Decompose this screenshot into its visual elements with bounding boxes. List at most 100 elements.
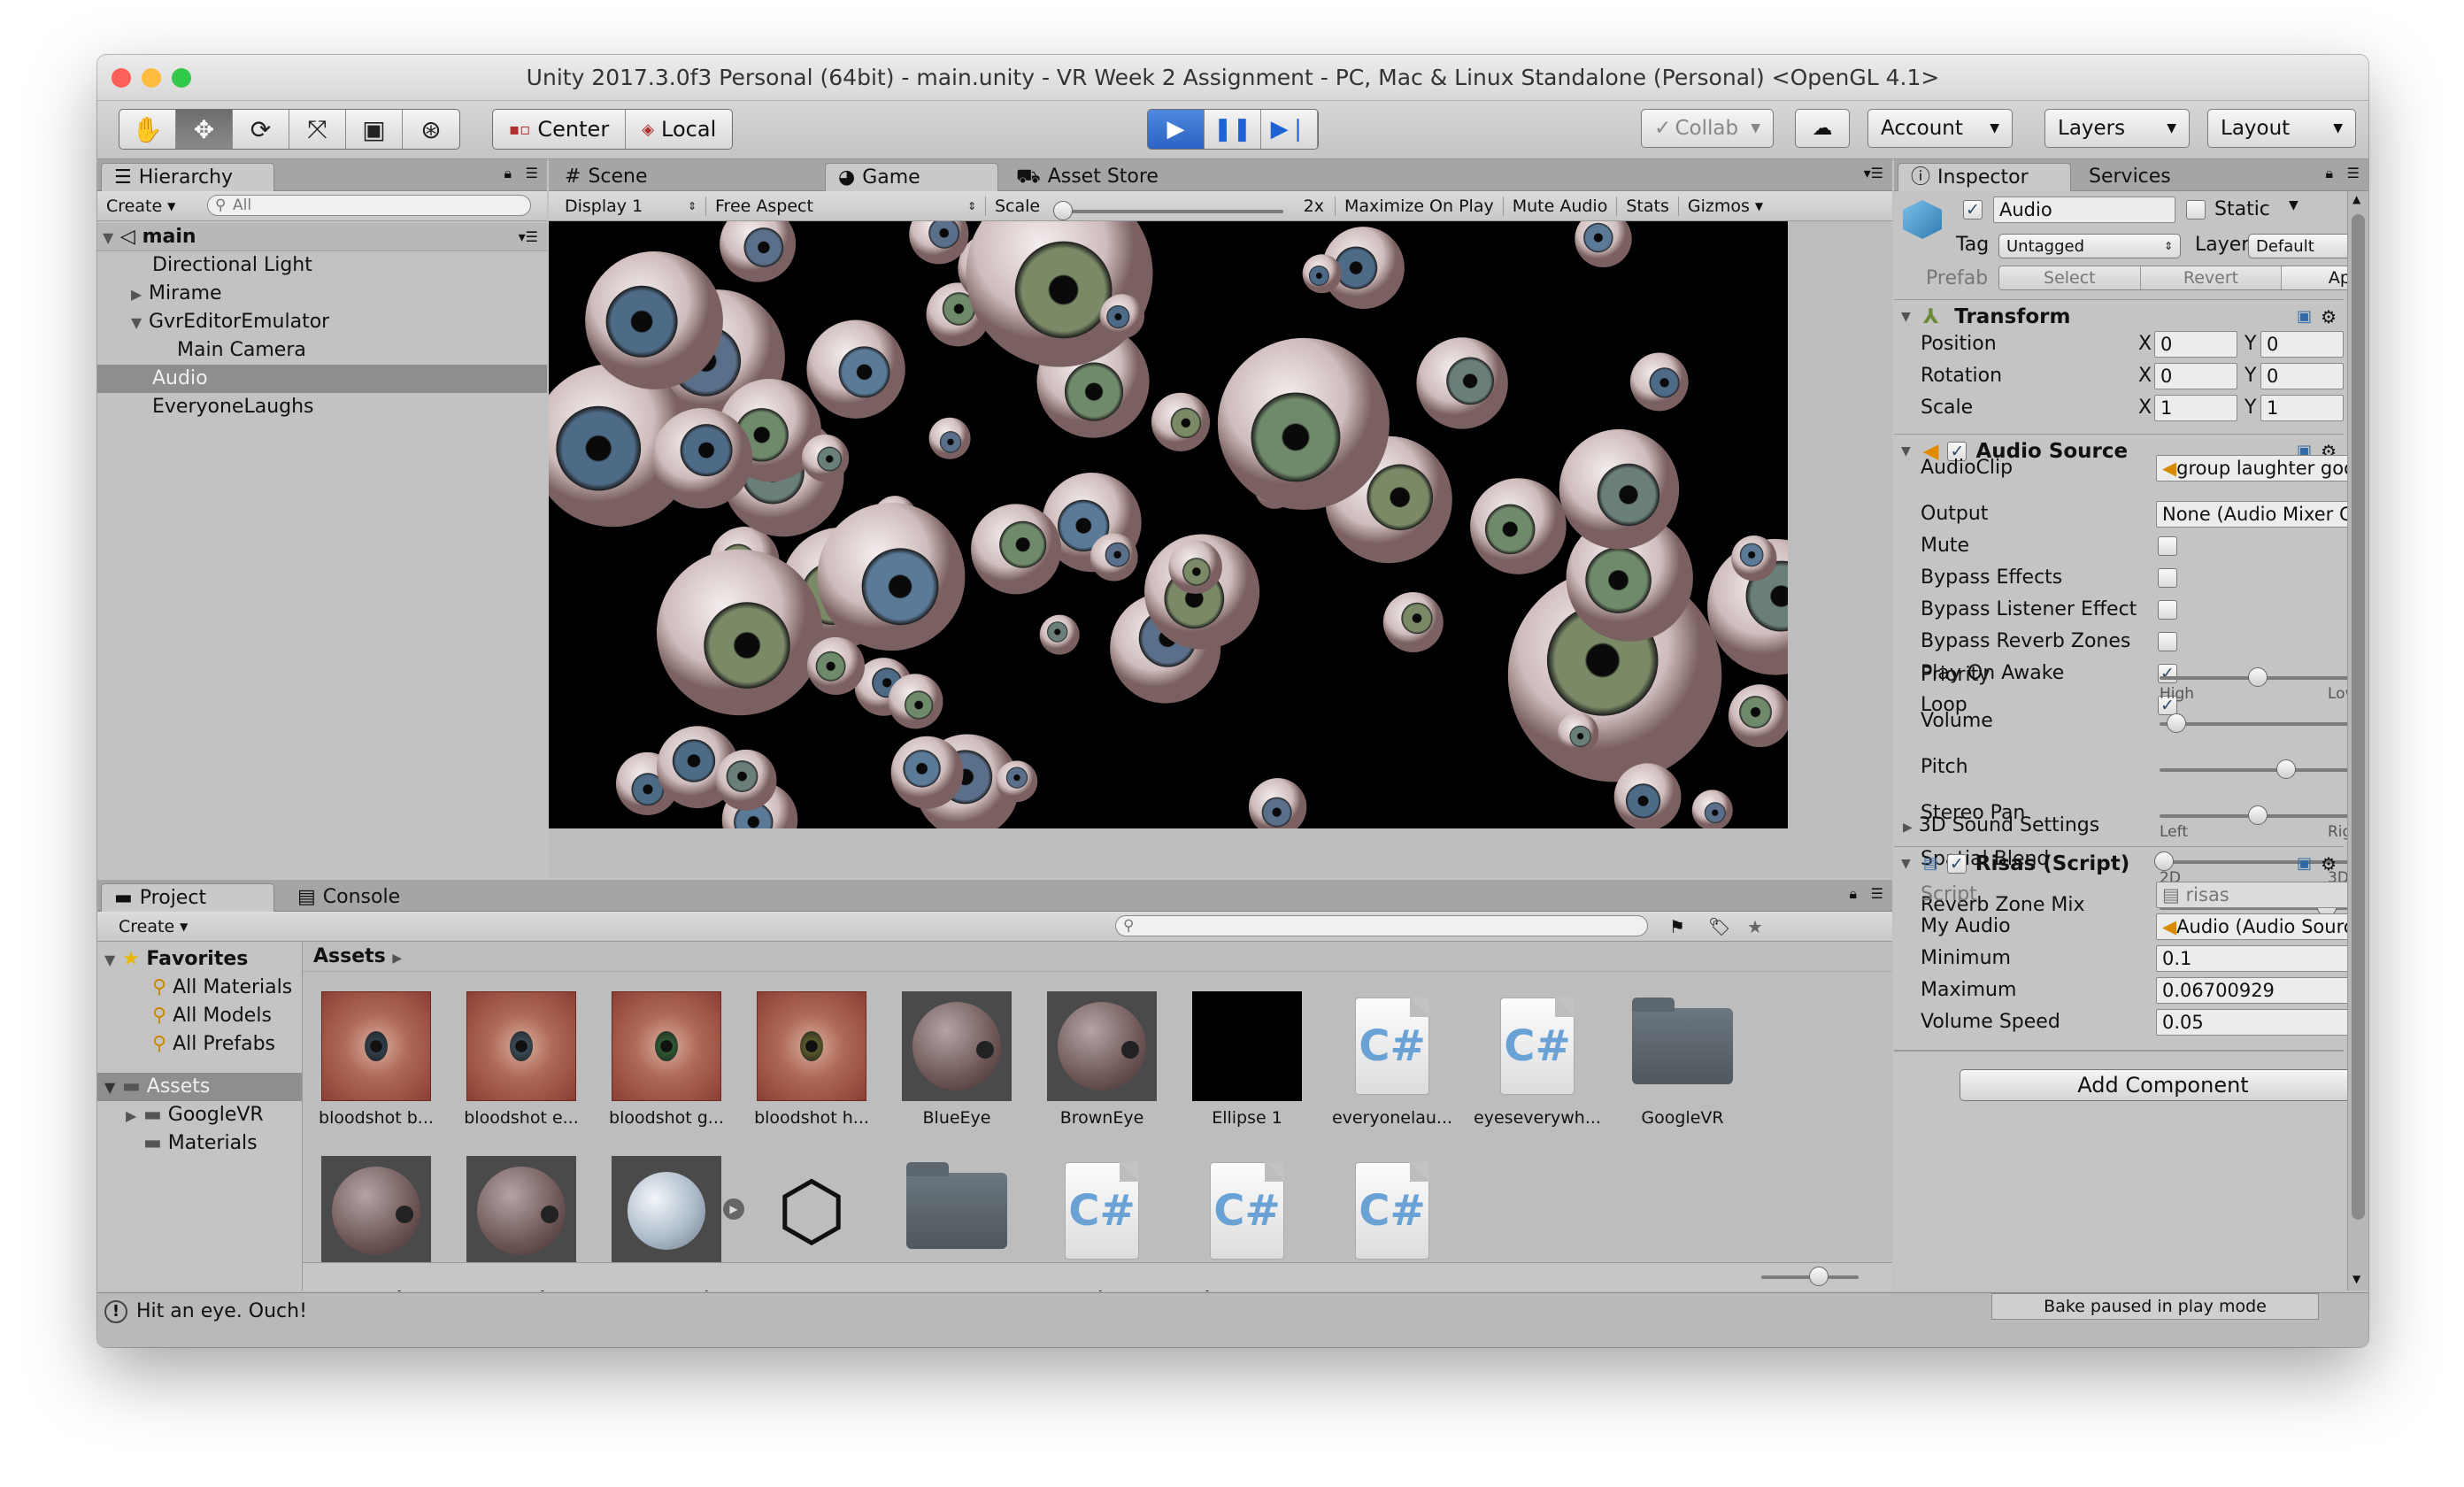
- bake-status[interactable]: Bake paused in play mode: [1991, 1293, 2319, 1320]
- gear-icon[interactable]: ⚙: [2321, 306, 2337, 327]
- favorite-star-icon[interactable]: ★: [1747, 916, 1763, 937]
- eyeball-sprite[interactable]: [801, 434, 850, 482]
- layout-dropdown[interactable]: Layout ▼: [2207, 109, 2356, 148]
- eyeball-sprite[interactable]: [1416, 337, 1508, 429]
- favorites-row[interactable]: ▼ ★ Favorites: [97, 945, 302, 974]
- asset-item[interactable]: bloodshot h...: [745, 991, 878, 1128]
- scene-menu-icon[interactable]: ▾☰: [519, 223, 538, 251]
- tab-project[interactable]: ▬ Project: [101, 883, 274, 912]
- eyeball-sprite[interactable]: [1382, 591, 1444, 652]
- tab-services[interactable]: Services: [2076, 163, 2218, 191]
- list-item[interactable]: ⚲ All Prefabs: [97, 1030, 302, 1059]
- transform-y-field[interactable]: 0: [2260, 331, 2344, 358]
- hierarchy-create-button[interactable]: Create ▼: [97, 196, 184, 216]
- static-checkbox[interactable]: [2186, 200, 2206, 220]
- lock-icon[interactable]: 🔒︎: [2325, 165, 2333, 182]
- eyeball-sprite[interactable]: [1613, 763, 1682, 828]
- eyeball-sprite[interactable]: [890, 736, 964, 809]
- project-search-input[interactable]: ⚲: [1115, 915, 1648, 936]
- help-book-icon[interactable]: ▣: [2297, 854, 2312, 873]
- transform-x-field[interactable]: 0: [2154, 331, 2237, 358]
- pivot-local-button[interactable]: ◈ Local: [626, 110, 732, 149]
- icon-size-slider[interactable]: [1761, 1267, 1859, 1286]
- layers-dropdown[interactable]: Layers ▼: [2044, 109, 2190, 148]
- asset-item[interactable]: BlueEye: [890, 991, 1023, 1128]
- hierarchy-search-input[interactable]: ⚲ All: [207, 195, 531, 216]
- chevron-down-icon[interactable]: ▼: [2289, 198, 2298, 212]
- scale-icon[interactable]: ⤧: [289, 110, 346, 149]
- collapse-triangle-icon[interactable]: ▶: [131, 281, 149, 309]
- expand-triangle-icon[interactable]: ▼: [131, 309, 149, 337]
- object-name-field[interactable]: Audio: [1993, 196, 2175, 223]
- list-item[interactable]: ⚲ All Materials: [97, 974, 302, 1002]
- eyeball-sprite[interactable]: [1302, 254, 1342, 294]
- lock-icon[interactable]: 🔒︎: [504, 165, 512, 182]
- hand-icon[interactable]: ✋: [119, 110, 176, 149]
- inspector-scrollbar[interactable]: ▲ ▼: [2347, 191, 2368, 1291]
- add-component-button[interactable]: Add Component: [1960, 1069, 2367, 1101]
- risas-enabled-checkbox[interactable]: ✓: [1946, 853, 1967, 874]
- filter-label-icon[interactable]: 🏷︎: [1708, 916, 1730, 937]
- transform-x-field[interactable]: 1: [2154, 395, 2237, 421]
- game-viewport[interactable]: [549, 221, 1788, 828]
- eyeball-sprite[interactable]: [971, 504, 1062, 595]
- asset-item[interactable]: bloodshot e...: [455, 991, 588, 1128]
- breadcrumb-assets[interactable]: Assets: [313, 945, 386, 967]
- list-item[interactable]: EveryoneLaughs: [97, 393, 547, 421]
- eyeball-sprite[interactable]: [1731, 535, 1777, 582]
- asset-item[interactable]: GoogleVR: [1616, 991, 1749, 1128]
- audioclip-field[interactable]: ◀group laughter good: [2156, 455, 2368, 482]
- mute-checkbox[interactable]: [2158, 536, 2177, 556]
- tag-dropdown[interactable]: Untagged ⇕: [1998, 234, 2181, 258]
- tab-scene[interactable]: # Scene: [552, 163, 703, 191]
- tab-asset-store[interactable]: ⛟ Asset Store: [1004, 163, 1207, 191]
- project-create-button[interactable]: Create ▼: [110, 917, 196, 936]
- scrollbar-thumb[interactable]: [2352, 214, 2365, 1220]
- move-icon[interactable]: ✥: [176, 110, 233, 149]
- active-checkbox[interactable]: ✓: [1963, 200, 1983, 220]
- prefab-revert-button[interactable]: Revert: [2140, 266, 2283, 289]
- rect-icon[interactable]: ▣: [346, 110, 403, 149]
- list-item[interactable]: ▶ Mirame: [97, 280, 547, 308]
- play-on-awake-checkbox[interactable]: ✓: [2158, 664, 2177, 683]
- asset-item[interactable]: C# everyonelau...: [1326, 991, 1459, 1128]
- output-field[interactable]: None (Audio Mixer Group): [2156, 501, 2368, 528]
- risas-script-header[interactable]: ▼ ▤ ✓ Risas (Script) ▣ ⚙: [1894, 846, 2344, 880]
- lock-icon[interactable]: 🔒︎: [1849, 885, 1857, 903]
- pivot-center-button[interactable]: ▪▫ Center: [493, 110, 627, 149]
- bypass-listener-checkbox[interactable]: [2158, 600, 2177, 620]
- panel-menu-icon[interactable]: ▾☰: [1864, 165, 1883, 181]
- list-item[interactable]: Main Camera: [97, 336, 547, 365]
- maximize-on-play-toggle[interactable]: Maximize On Play: [1335, 196, 1503, 216]
- gear-icon[interactable]: ⚙: [2321, 853, 2337, 874]
- stats-toggle[interactable]: Stats: [1616, 196, 1678, 216]
- scroll-up-icon[interactable]: ▲: [2352, 193, 2360, 205]
- eyeball-sprite[interactable]: [1099, 294, 1144, 339]
- prefab-select-button[interactable]: Select: [1999, 266, 2141, 289]
- minimum-field[interactable]: 0.1: [2156, 945, 2368, 972]
- tab-console[interactable]: ▤ Console: [285, 883, 462, 912]
- priority-slider-knob[interactable]: [2248, 667, 2268, 687]
- tab-game[interactable]: ◕ Game: [825, 163, 998, 191]
- pitch-slider[interactable]: [2160, 759, 2356, 779]
- eyeball-sprite[interactable]: [817, 503, 966, 651]
- transform-icon[interactable]: ⊛: [403, 110, 459, 149]
- play-button[interactable]: ▶: [1148, 110, 1205, 149]
- eyeball-sprite[interactable]: [1039, 614, 1080, 655]
- eyeball-sprite[interactable]: [888, 674, 943, 729]
- panel-menu-icon[interactable]: ☰: [526, 165, 538, 181]
- assets-root-row[interactable]: ▼ ▬ Assets: [97, 1073, 302, 1101]
- list-item[interactable]: ▬ Materials: [97, 1129, 302, 1158]
- eyeball-sprite[interactable]: [1728, 684, 1788, 748]
- eyeball-sprite[interactable]: [1557, 713, 1599, 754]
- asset-item[interactable]: C# eyeseverywh...: [1471, 991, 1604, 1128]
- panel-menu-icon[interactable]: ☰: [1871, 885, 1883, 902]
- expand-prefab-icon[interactable]: ▶: [723, 1198, 744, 1220]
- my-audio-field[interactable]: ◀Audio (Audio Source): [2156, 913, 2368, 940]
- eyeball-sprite[interactable]: [806, 320, 905, 419]
- list-item[interactable]: ▼ GvrEditorEmulator: [97, 308, 547, 336]
- help-book-icon[interactable]: ▣: [2297, 307, 2312, 326]
- scroll-down-icon[interactable]: ▼: [2352, 1273, 2360, 1285]
- list-item[interactable]: ▶ ▬ GoogleVR: [97, 1101, 302, 1129]
- eyeball-sprite[interactable]: [1217, 337, 1390, 510]
